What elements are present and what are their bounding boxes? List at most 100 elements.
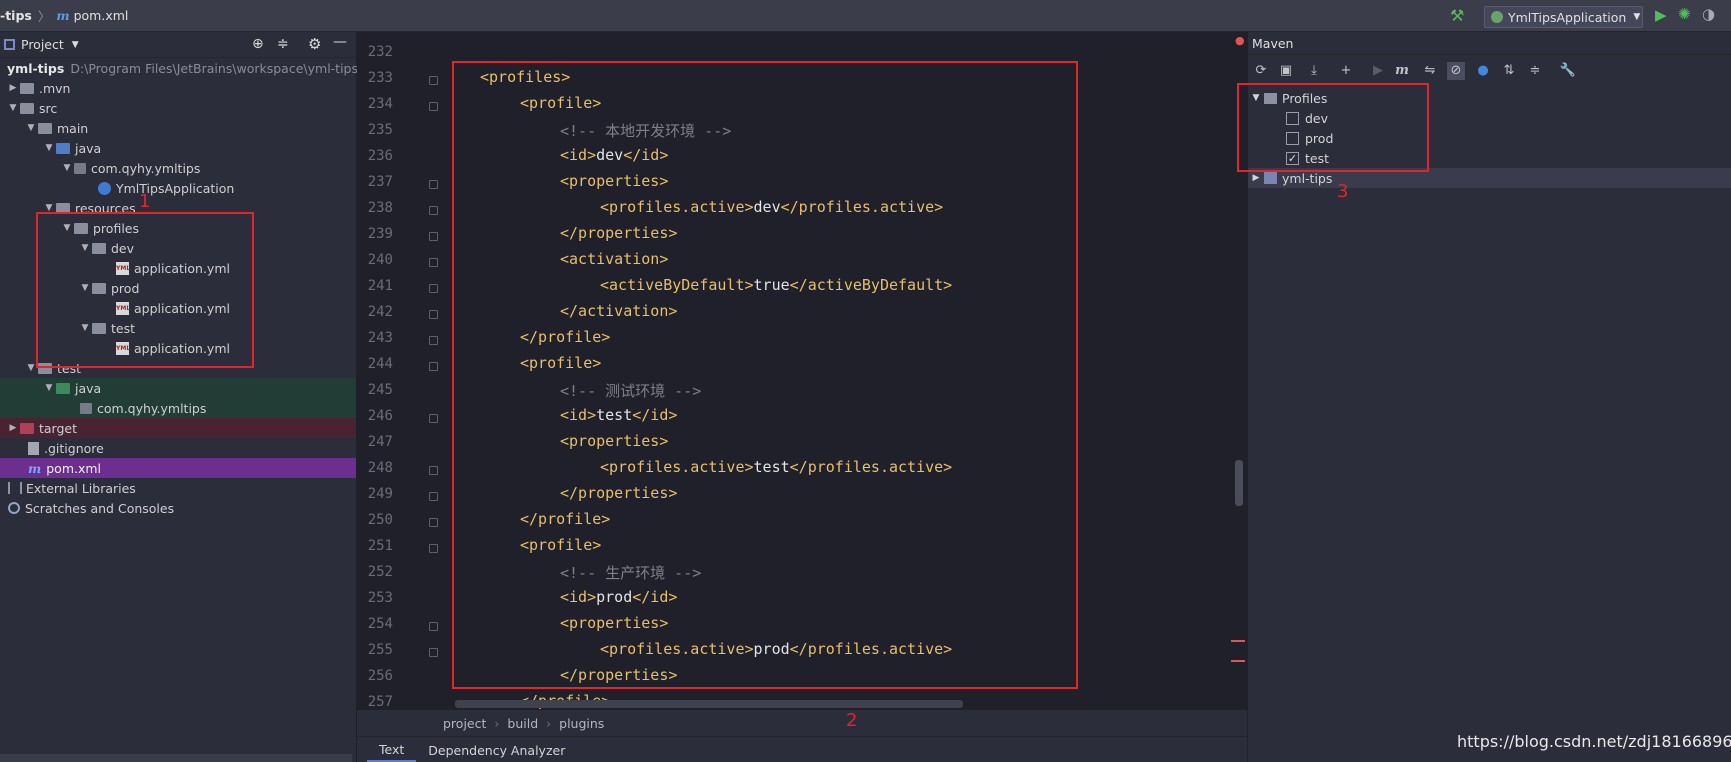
- fold-marker-icon[interactable]: [429, 206, 438, 215]
- line-number: 251: [367, 538, 393, 554]
- build-hammer-icon[interactable]: ⚒: [1450, 6, 1464, 25]
- tree-label: com.qyhy.ymltips: [91, 160, 201, 176]
- chevron-down-icon[interactable]: ▼: [42, 383, 56, 393]
- fold-marker-icon[interactable]: [429, 310, 438, 319]
- run-icon[interactable]: ▶: [1655, 6, 1667, 24]
- tree-item-scratches[interactable]: Scratches and Consoles: [8, 498, 364, 518]
- wrench-icon[interactable]: 🔧: [1559, 62, 1577, 80]
- fold-marker-icon[interactable]: [429, 362, 438, 371]
- run-maven-icon[interactable]: ▶: [1369, 62, 1387, 80]
- line-number: 253: [367, 590, 393, 606]
- breadcrumb-item[interactable]: build: [507, 716, 538, 731]
- show-dependencies-icon[interactable]: ●: [1474, 62, 1492, 80]
- tree-item-root[interactable]: yml-tips D:\Program Files\JetBrains\work…: [2, 58, 358, 78]
- add-icon[interactable]: +: [1337, 62, 1355, 80]
- coverage-icon[interactable]: ◑: [1702, 5, 1715, 23]
- collapse-icon[interactable]: ≑: [277, 36, 289, 52]
- chevron-down-icon[interactable]: ▼: [6, 103, 20, 113]
- fold-marker-icon[interactable]: [429, 466, 438, 475]
- locate-icon[interactable]: ⊕: [252, 36, 264, 52]
- tab-dependency-analyzer[interactable]: Dependency Analyzer: [416, 738, 577, 762]
- tree-item-gitignore[interactable]: .gitignore: [28, 438, 384, 458]
- run-configuration-dropdown[interactable]: YmlTipsApplication ▼: [1484, 6, 1643, 28]
- gear-icon[interactable]: ⚙: [308, 35, 321, 53]
- project-view-icon: [4, 39, 15, 50]
- breadcrumb-file[interactable]: pom.xml: [74, 8, 129, 23]
- tab-text[interactable]: Text: [367, 738, 417, 762]
- fold-marker-icon[interactable]: [429, 76, 438, 85]
- line-number: 237: [367, 174, 393, 190]
- chevron-right-icon[interactable]: ▶: [6, 423, 20, 433]
- fold-marker-icon[interactable]: [429, 648, 438, 657]
- tree-label: main: [57, 120, 89, 136]
- chevron-down-icon[interactable]: ▼: [72, 40, 79, 50]
- chevron-right-icon[interactable]: ▶: [1248, 173, 1264, 183]
- expand-all-icon[interactable]: ⇅: [1500, 62, 1518, 80]
- tree-item-test-java[interactable]: ▼ java: [0, 378, 356, 398]
- folder-icon: [56, 382, 70, 394]
- reload-icon[interactable]: ⟳: [1252, 62, 1270, 80]
- breadcrumb-item[interactable]: project: [443, 716, 486, 731]
- breadcrumb-project[interactable]: -tips: [0, 8, 32, 23]
- fold-marker-icon[interactable]: [429, 180, 438, 189]
- chevron-down-icon[interactable]: ▼: [42, 143, 56, 153]
- annotation-box-maven-profiles: [1237, 83, 1429, 172]
- maven-goal-icon[interactable]: m: [1393, 62, 1411, 80]
- breadcrumb-separator: 〉: [37, 9, 51, 24]
- maven-file-icon: m: [56, 8, 70, 23]
- download-icon[interactable]: ⤓: [1305, 62, 1323, 80]
- fold-marker-icon[interactable]: [429, 258, 438, 267]
- maven-toolbar-divider: [1248, 54, 1731, 55]
- tree-label: src: [39, 100, 58, 116]
- skip-tests-icon[interactable]: ⊘: [1447, 62, 1465, 80]
- minimize-icon[interactable]: —: [333, 34, 347, 50]
- tree-item-pom[interactable]: m pom.xml: [0, 458, 356, 478]
- tree-label: .gitignore: [44, 440, 104, 456]
- chevron-down-icon[interactable]: ▼: [60, 163, 74, 173]
- line-number: 234: [367, 96, 393, 112]
- fold-marker-icon[interactable]: [429, 336, 438, 345]
- maven-project-icon: [1264, 172, 1277, 184]
- generate-sources-icon[interactable]: ▣: [1277, 62, 1295, 80]
- fold-marker-icon[interactable]: [429, 544, 438, 553]
- line-number: 233: [367, 70, 393, 86]
- fold-marker-icon[interactable]: [429, 284, 438, 293]
- scratches-icon: [8, 502, 20, 514]
- chevron-down-icon[interactable]: ▼: [24, 123, 38, 133]
- tree-item-external-libraries[interactable]: External Libraries: [8, 478, 364, 498]
- collapse-all-icon[interactable]: ≑: [1526, 62, 1544, 80]
- folder-icon: [38, 122, 52, 134]
- horizontal-scrollbar[interactable]: [455, 700, 963, 708]
- chevron-right-icon[interactable]: ▶: [6, 83, 20, 93]
- navigation-bar: -tips 〉 m pom.xml ⚒ YmlTipsApplication ▼…: [0, 0, 1731, 32]
- tree-label: Scratches and Consoles: [25, 500, 175, 516]
- tree-item-java[interactable]: ▼ java: [42, 138, 398, 158]
- breadcrumb-item[interactable]: plugins: [559, 716, 604, 731]
- maven-project-label: yml-tips: [1282, 170, 1333, 186]
- fold-marker-icon[interactable]: [429, 232, 438, 241]
- debug-icon[interactable]: ✺: [1678, 5, 1691, 23]
- run-configuration-label: YmlTipsApplication: [1508, 9, 1627, 25]
- tree-item-mvn[interactable]: ▶ .mvn: [6, 78, 362, 98]
- vertical-scrollbar[interactable]: [1235, 460, 1243, 506]
- spring-class-icon: [98, 181, 111, 195]
- fold-marker-icon[interactable]: [429, 102, 438, 111]
- line-number: 254: [367, 616, 393, 632]
- fold-marker-icon[interactable]: [429, 518, 438, 527]
- project-view-label[interactable]: Project: [21, 37, 64, 52]
- folder-icon: [20, 102, 34, 114]
- line-number: 255: [367, 642, 393, 658]
- fold-marker-icon[interactable]: [429, 414, 438, 423]
- annotation-box-pom-profiles: [452, 61, 1078, 689]
- horizontal-scrollbar[interactable]: [0, 754, 352, 762]
- toggle-offline-icon[interactable]: ⇋: [1421, 62, 1439, 80]
- tree-item-target[interactable]: ▶ target: [0, 418, 356, 438]
- fold-marker-icon[interactable]: [429, 622, 438, 631]
- fold-marker-icon[interactable]: [429, 492, 438, 501]
- tree-item-test-package[interactable]: com.qyhy.ymltips: [0, 398, 356, 418]
- tree-item-src[interactable]: ▼ src: [6, 98, 362, 118]
- line-number: 241: [367, 278, 393, 294]
- error-indicator-icon[interactable]: ●: [1235, 34, 1245, 47]
- line-number: 239: [367, 226, 393, 242]
- tree-item-main[interactable]: ▼ main: [24, 118, 380, 138]
